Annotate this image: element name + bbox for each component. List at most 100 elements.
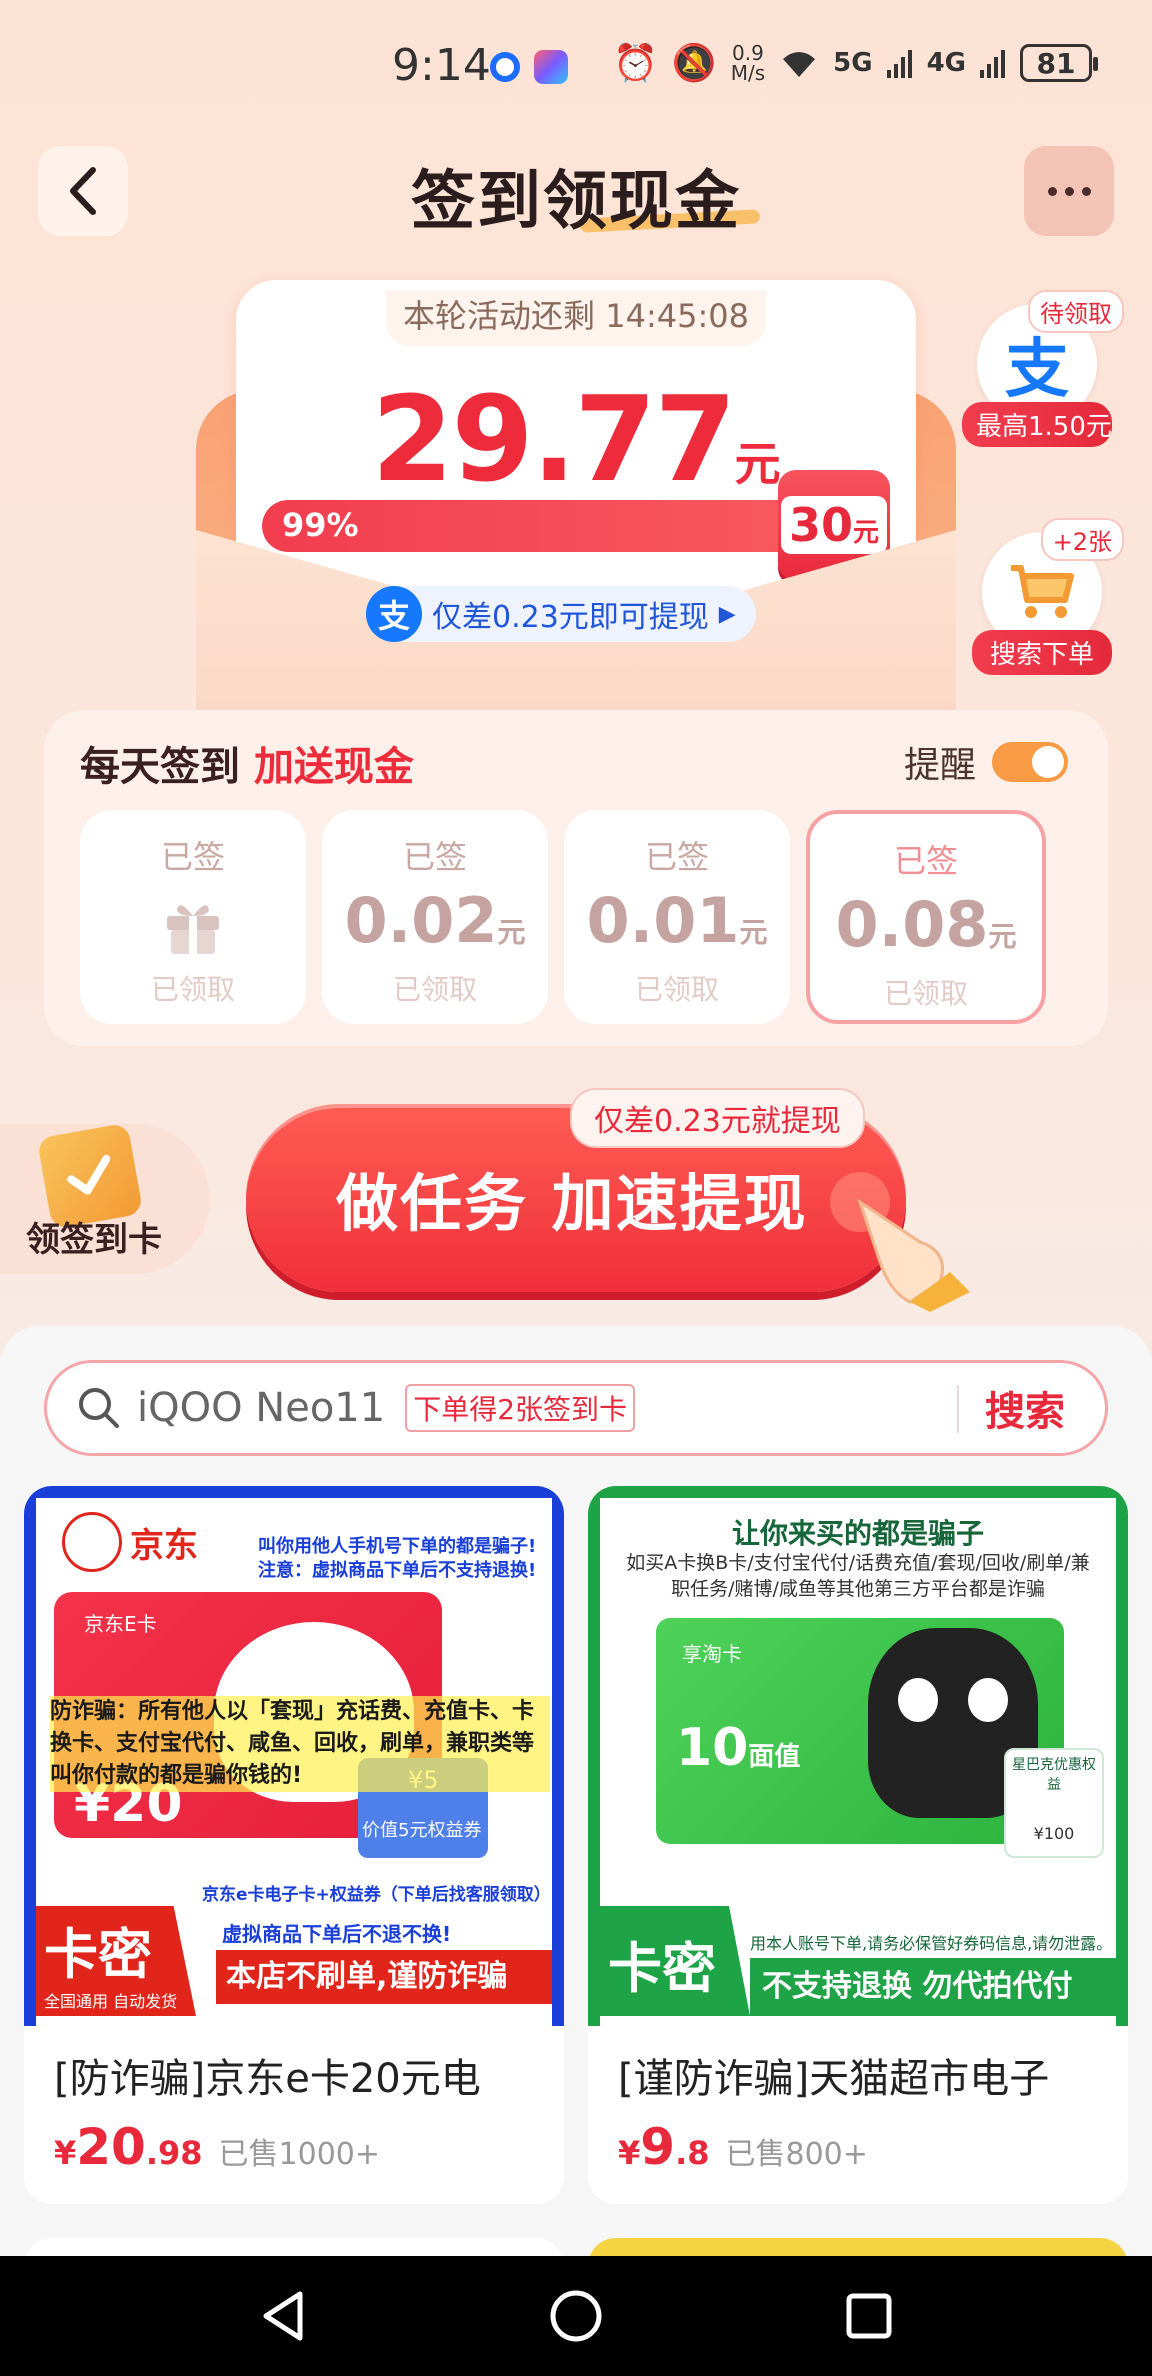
checkmark-icon [67,1154,111,1195]
activity-countdown: 本轮活动还剩 14:45:08 [386,290,766,346]
card-bonus-tag: +2张 [1040,518,1124,561]
day-reward [80,884,306,962]
starbucks-price: ¥100 [1033,1824,1075,1843]
card-name: 京东E卡 [84,1612,157,1636]
alipay-reward-label: 最高1.50元 [962,402,1112,447]
nav-recents-icon[interactable] [844,2291,894,2341]
reminder-setting: 提醒 [904,736,1068,788]
day-reward-amount: 0.01 [586,884,740,957]
search-input[interactable]: iQOO Neo11 [137,1385,385,1431]
gift-icon [167,905,219,954]
product-sold-count: 已售800+ [725,2137,868,2172]
withdraw-progress-text: 99% [282,506,359,544]
product-price-row: ¥20.98 已售1000+ [24,2104,564,2176]
network-speed: 0.9 M/s [730,41,766,85]
product-sold-count: 已售1000+ [218,2137,381,2172]
scam-description: 如买A卡换B卡/支付宝代付/话费充值/套现/回收/刷单/兼职任务/赌博/咸鱼等其… [626,1552,1090,1600]
caret-right-icon: ▶ [718,601,736,627]
coupon-benefit: 价值5元权益券 [362,1820,482,1841]
day-signed-label: 已签 [402,838,467,876]
day-reward-amount: 0.02 [344,884,498,957]
search-order-label: 搜索下单 [972,630,1112,675]
checkin-title-highlight: 加送现金 [253,744,414,790]
fraud-warning: 防诈骗：所有他人以「套现」充话费、充值卡、卡换卡、支付宝代付、咸鱼、回收，刷单，… [50,1696,550,1792]
more-dot-icon [1064,186,1074,196]
withdraw-hint-text: 仅差0.23元即可提现 [432,600,709,635]
search-order-floater[interactable]: +2张 搜索下单 [972,518,1124,675]
nav-back-icon[interactable] [258,2288,308,2344]
more-button[interactable] [1024,146,1114,236]
starbucks-benefit: 星巴克优惠权益 ¥100 [1004,1748,1104,1858]
product-card[interactable]: 京东 叫你用他人手机号下单的都是骗子! 注意：虚拟商品下单后不支持退换! 京东E… [24,1486,564,2204]
day-claimed-status: 已领取 [150,973,235,1006]
checkin-day-1[interactable]: 已签 已领取 [80,810,306,1024]
nav-home-icon[interactable] [548,2288,604,2344]
day-reward: 0.08元 [810,888,1042,966]
daily-checkin-section: 每天签到 加送现金 提醒 已签 已领取 已签 0.02元 已领取 已签 0.01… [44,710,1108,1046]
checkin-title-prefix: 每天签到 [80,744,240,790]
withdraw-hint-link[interactable]: 支 仅差0.23元即可提现 ▶ [366,586,756,642]
cash-envelope: 本轮活动还剩 14:45:08 29.77元 99% 30元 支 仅差0.23元… [196,280,956,710]
target-unit: 元 [853,518,880,548]
checkin-title: 每天签到 加送现金 [80,734,414,792]
account-notice: 用本人账号下单,请务必保管好券码信息,请勿泄露。 [750,1934,1113,1953]
cash-amount-value: 29.77 [371,370,736,508]
kami-label: 卡密 [44,1923,152,1986]
product-image: 让你来买的都是骗子 如买A卡换B卡/支付宝代付/话费充值/套现/回收/刷单/兼职… [588,1486,1128,2026]
jd-brand: 京东 [130,1525,198,1566]
mute-icon: 🔕 [671,43,717,84]
warning-line-2: 注意：虚拟商品下单后不支持退换! [258,1560,537,1581]
kami-badge: 卡密 全国通用 自动发货 [36,1906,196,2016]
kami-badge: 卡密 [600,1906,750,2016]
shopping-cart-icon [1011,565,1074,618]
more-dot-icon [1081,186,1091,196]
status-icons: ⏰ 🔕 0.9 M/s 5G 4G 81 [613,41,1098,85]
cash-amount-unit: 元 [734,437,781,491]
product-image: 京东 叫你用他人手机号下单的都是骗子! 注意：虚拟商品下单后不支持退换! 京东E… [24,1486,564,2026]
day-reward-amount: 0.08 [835,888,989,961]
signal-icon [886,50,912,78]
app-notification-icon [490,52,520,82]
product-card[interactable]: 让你来买的都是骗子 如买A卡换B卡/支付宝代付/话费充值/套现/回收/刷单/兼职… [588,1486,1128,2204]
kami-sub: 全国通用 自动发货 [44,1992,178,2011]
battery-indicator: 81 [1020,44,1098,82]
no-brush-banner: 本店不刷单,谨防诈骗 [216,1950,552,2004]
product-subtitle: 京东e卡电子卡+权益券（下单后找客服领取） [202,1885,551,1905]
wifi-icon [783,52,816,77]
product-price: ¥9.8 [618,2118,710,2176]
pointing-hand-icon [830,1172,970,1312]
status-time: 9:14 [392,40,491,91]
signal-icon [980,50,1005,78]
no-refund-notice: 虚拟商品下单后不退不换! [222,1922,452,1946]
day-reward-unit: 元 [988,920,1017,953]
signal-4g: 4G [926,48,966,78]
day-signed-label: 已签 [893,842,958,880]
reminder-toggle[interactable] [992,742,1068,782]
product-title: [谨防诈骗]天猫超市电子 [618,2056,1050,2102]
search-button[interactable]: 搜索 [985,1379,1065,1437]
search-divider [957,1385,959,1433]
reminder-label: 提醒 [903,745,976,786]
search-icon [79,1388,119,1428]
checkin-day-2[interactable]: 已签 0.02元 已领取 [322,810,548,1024]
search-promo-tag: 下单得2张签到卡 [405,1384,636,1432]
day-claimed-status: 已领取 [883,977,968,1010]
card-value: 10面值 [676,1718,801,1778]
starbucks-label: 星巴克优惠权益 [1012,1757,1096,1793]
day-claimed-status: 已领取 [634,973,719,1006]
day-claimed-status: 已领取 [392,973,477,1006]
alipay-reward-floater[interactable]: 支 待领取 最高1.50元 [962,290,1124,447]
day-reward: 0.01元 [564,884,790,962]
warning-line-1: 叫你用他人手机号下单的都是骗子! [258,1536,537,1557]
product-title: [防诈骗]京东e卡20元电 [54,2056,481,2102]
product-panel: iQOO Neo11 下单得2张签到卡 搜索 京东 叫你用他人手机号下单的都是骗… [0,1326,1152,2376]
day-reward-unit: 元 [497,916,526,949]
no-refund-banner: 不支持退换 勿代拍代付 [750,1958,1116,2016]
signal-5g: 5G [833,48,873,78]
task-tip-badge: 仅差0.23元就提现 [570,1088,865,1148]
search-bar[interactable]: iQOO Neo11 下单得2张签到卡 搜索 [44,1360,1108,1456]
checkin-day-3[interactable]: 已签 0.01元 已领取 [564,810,790,1024]
card-name: 享淘卡 [682,1642,742,1666]
checkin-day-4[interactable]: 已签 0.08元 已领取 [806,810,1046,1024]
scam-headline: 让你来买的都是骗子 [731,1517,984,1550]
